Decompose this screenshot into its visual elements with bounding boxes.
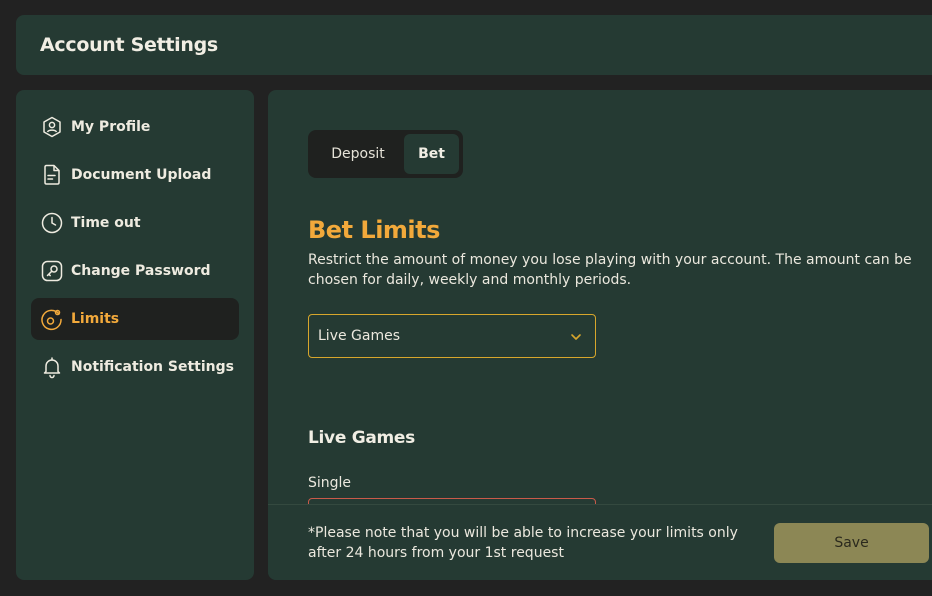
profile-icon [40, 115, 64, 139]
tab-deposit[interactable]: Deposit [312, 134, 404, 174]
sidebar-item-label: Document Upload [71, 167, 212, 183]
chevron-down-icon [571, 334, 581, 340]
sidebar-item-limits[interactable]: Limits [31, 298, 239, 340]
clock-icon [40, 211, 64, 235]
section-heading: Bet Limits [308, 216, 440, 244]
tab-bet[interactable]: Bet [404, 134, 459, 174]
limits-icon [40, 307, 64, 331]
limits-panel: Deposit Bet Bet Limits Restrict the amou… [268, 90, 932, 580]
limit-type-tabs: Deposit Bet [308, 130, 463, 178]
sidebar-item-time-out[interactable]: Time out [31, 202, 239, 244]
subsection-title: Live Games [308, 428, 415, 448]
sidebar-item-label: Change Password [71, 263, 211, 279]
sidebar-item-label: My Profile [71, 119, 151, 135]
sidebar-item-change-password[interactable]: Change Password [31, 250, 239, 292]
sidebar-item-label: Notification Settings [71, 359, 234, 375]
game-type-select[interactable]: Live Games [308, 314, 596, 358]
single-limit-label: Single [308, 475, 352, 491]
sidebar: My Profile Document Upload Time out Chan… [16, 90, 254, 580]
sidebar-item-notification-settings[interactable]: Notification Settings [31, 346, 239, 388]
page-header: Account Settings [16, 15, 932, 75]
bell-icon [40, 355, 64, 379]
panel-footer: *Please note that you will be able to in… [268, 504, 932, 580]
document-icon [40, 163, 64, 187]
sidebar-item-my-profile[interactable]: My Profile [31, 106, 239, 148]
select-value: Live Games [318, 328, 401, 344]
sidebar-item-label: Limits [71, 311, 120, 327]
key-icon [40, 259, 64, 283]
limits-note: *Please note that you will be able to in… [308, 525, 738, 561]
sidebar-item-document-upload[interactable]: Document Upload [31, 154, 239, 196]
section-description: Restrict the amount of money you lose pl… [308, 252, 912, 288]
sidebar-item-label: Time out [71, 215, 141, 231]
page-title: Account Settings [40, 34, 218, 56]
save-button[interactable]: Save [774, 523, 929, 563]
